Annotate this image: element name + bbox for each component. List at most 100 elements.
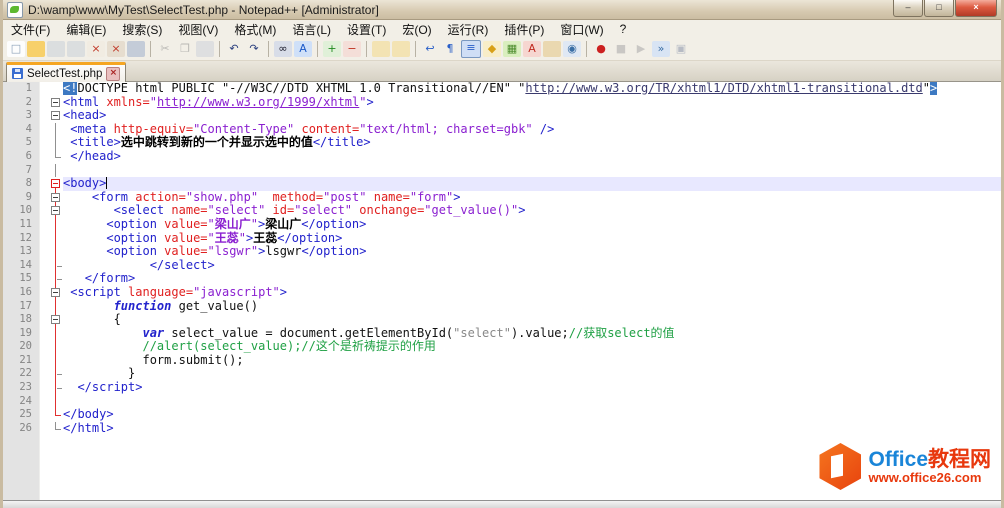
close-all-icon[interactable]: × [107, 41, 125, 57]
menu-macro[interactable]: 宏(O) [394, 20, 439, 39]
menu-edit[interactable]: 编辑(E) [58, 20, 114, 39]
fold-marker[interactable] [49, 191, 63, 205]
menu-window[interactable]: 窗口(W) [552, 20, 611, 39]
title-bar[interactable]: D:\wamp\www\MyTest\SelectTest.php - Note… [3, 0, 1001, 20]
menu-file[interactable]: 文件(F) [3, 20, 58, 39]
bookmark-margin[interactable] [39, 286, 49, 300]
code-text[interactable]: <title>选中跳转到新的一个并显示选中的值</title> [63, 136, 1001, 150]
fold-marker[interactable] [49, 109, 63, 123]
bookmark-margin[interactable] [39, 340, 49, 354]
fold-collapse-box[interactable] [51, 98, 60, 107]
document-map-icon[interactable]: ▦ [503, 41, 521, 57]
bookmark-margin[interactable] [39, 327, 49, 341]
fold-marker[interactable] [49, 313, 63, 327]
code-text[interactable]: <!DOCTYPE html PUBLIC "-//W3C//DTD XHTML… [63, 82, 1001, 96]
code-text[interactable]: <form action="show.php" method="post" na… [63, 191, 1001, 205]
fold-marker[interactable] [49, 286, 63, 300]
bookmark-margin[interactable] [39, 136, 49, 150]
menu-view[interactable]: 视图(V) [170, 20, 226, 39]
menu-help[interactable]: ? [612, 21, 635, 37]
code-text[interactable]: function get_value() [63, 300, 1001, 314]
macro-record-icon[interactable]: ● [592, 41, 610, 57]
code-text[interactable]: <option value="王蕊">王蕊</option> [63, 232, 1001, 246]
copy-icon[interactable]: ❐ [176, 41, 194, 57]
bookmark-margin[interactable] [39, 177, 49, 191]
print-icon[interactable] [127, 41, 145, 57]
tab-close-icon[interactable]: × [106, 67, 120, 81]
sync-vertical-scroll-icon[interactable] [372, 41, 390, 57]
user-defined-language-icon[interactable]: ◆ [483, 41, 501, 57]
show-indent-guide-icon[interactable]: ≡ [461, 40, 481, 58]
code-text[interactable]: </form> [63, 272, 1001, 286]
bookmark-margin[interactable] [39, 354, 49, 368]
code-text[interactable]: <body> [63, 177, 1001, 191]
tab-selecttest-php[interactable]: SelectTest.php × [6, 62, 126, 82]
close-file-icon[interactable]: × [87, 41, 105, 57]
code-text[interactable]: <html xmlns="http://www.w3.org/1999/xhtm… [63, 96, 1001, 110]
bookmark-margin[interactable] [39, 245, 49, 259]
bookmark-margin[interactable] [39, 164, 49, 178]
redo-icon[interactable]: ↷ [245, 41, 263, 57]
bookmark-margin[interactable] [39, 422, 49, 436]
menu-format[interactable]: 格式(M) [226, 20, 284, 39]
code-text[interactable]: </html> [63, 422, 1001, 436]
macro-play-icon[interactable]: ▶ [632, 41, 650, 57]
folder-plugin-icon[interactable] [543, 41, 561, 57]
preview-eye-icon[interactable]: ◉ [563, 41, 581, 57]
new-file-icon[interactable]: □ [7, 41, 25, 57]
zoom-out-icon[interactable]: − [343, 41, 361, 57]
code-text[interactable]: <head> [63, 109, 1001, 123]
fold-marker[interactable] [49, 96, 63, 110]
fold-collapse-box[interactable] [51, 315, 60, 324]
minimize-button[interactable]: – [893, 0, 923, 17]
code-text[interactable]: <option value="lsgwr">lsgwr</option> [63, 245, 1001, 259]
menu-search[interactable]: 搜索(S) [114, 20, 170, 39]
macro-stop-icon[interactable]: ■ [612, 41, 630, 57]
code-text[interactable]: </select> [63, 259, 1001, 273]
bookmark-margin[interactable] [39, 204, 49, 218]
fold-collapse-box[interactable] [51, 111, 60, 120]
code-text[interactable]: <select name="select" id="select" onchan… [63, 204, 1001, 218]
code-text[interactable]: </body> [63, 408, 1001, 422]
macro-run-multiple-icon[interactable]: » [652, 41, 670, 57]
menu-plugins[interactable]: 插件(P) [496, 20, 552, 39]
undo-icon[interactable]: ↶ [225, 41, 243, 57]
maximize-button[interactable]: □ [924, 0, 954, 17]
bookmark-margin[interactable] [39, 272, 49, 286]
bookmark-margin[interactable] [39, 232, 49, 246]
bookmark-margin[interactable] [39, 259, 49, 273]
close-button[interactable]: × [955, 0, 997, 17]
code-text[interactable]: //alert(select_value);//这个是祈祷提示的作用 [63, 340, 1001, 354]
bookmark-margin[interactable] [39, 408, 49, 422]
editor-area[interactable]: 1<!DOCTYPE html PUBLIC "-//W3C//DTD XHTM… [3, 82, 1001, 500]
bookmark-margin[interactable] [39, 150, 49, 164]
code-text[interactable] [63, 164, 1001, 178]
save-all-icon[interactable] [67, 41, 85, 57]
find-icon[interactable]: ∞ [274, 41, 292, 57]
menu-language[interactable]: 语言(L) [284, 20, 339, 39]
bookmark-margin[interactable] [39, 109, 49, 123]
code-text[interactable]: </head> [63, 150, 1001, 164]
sync-horizontal-scroll-icon[interactable] [392, 41, 410, 57]
code-text[interactable]: form.submit(); [63, 354, 1001, 368]
bookmark-margin[interactable] [39, 300, 49, 314]
show-all-characters-icon[interactable]: ¶ [441, 41, 459, 57]
code-text[interactable]: <script language="javascript"> [63, 286, 1001, 300]
fold-collapse-box[interactable] [51, 193, 60, 202]
save-icon[interactable] [47, 41, 65, 57]
code-text[interactable]: <option value="梁山广">梁山广</option> [63, 218, 1001, 232]
fold-collapse-box[interactable] [51, 206, 60, 215]
replace-icon[interactable]: A [294, 41, 312, 57]
fold-marker[interactable] [49, 177, 63, 191]
menu-run[interactable]: 运行(R) [440, 20, 497, 39]
code-text[interactable] [63, 395, 1001, 409]
bookmark-margin[interactable] [39, 313, 49, 327]
bookmark-margin[interactable] [39, 381, 49, 395]
open-folder-icon[interactable] [27, 41, 45, 57]
paste-icon[interactable] [196, 41, 214, 57]
fold-marker[interactable] [49, 204, 63, 218]
zoom-in-icon[interactable]: + [323, 41, 341, 57]
macro-save-icon[interactable]: ▣ [672, 41, 690, 57]
bookmark-margin[interactable] [39, 96, 49, 110]
menu-settings[interactable]: 设置(T) [339, 20, 394, 39]
